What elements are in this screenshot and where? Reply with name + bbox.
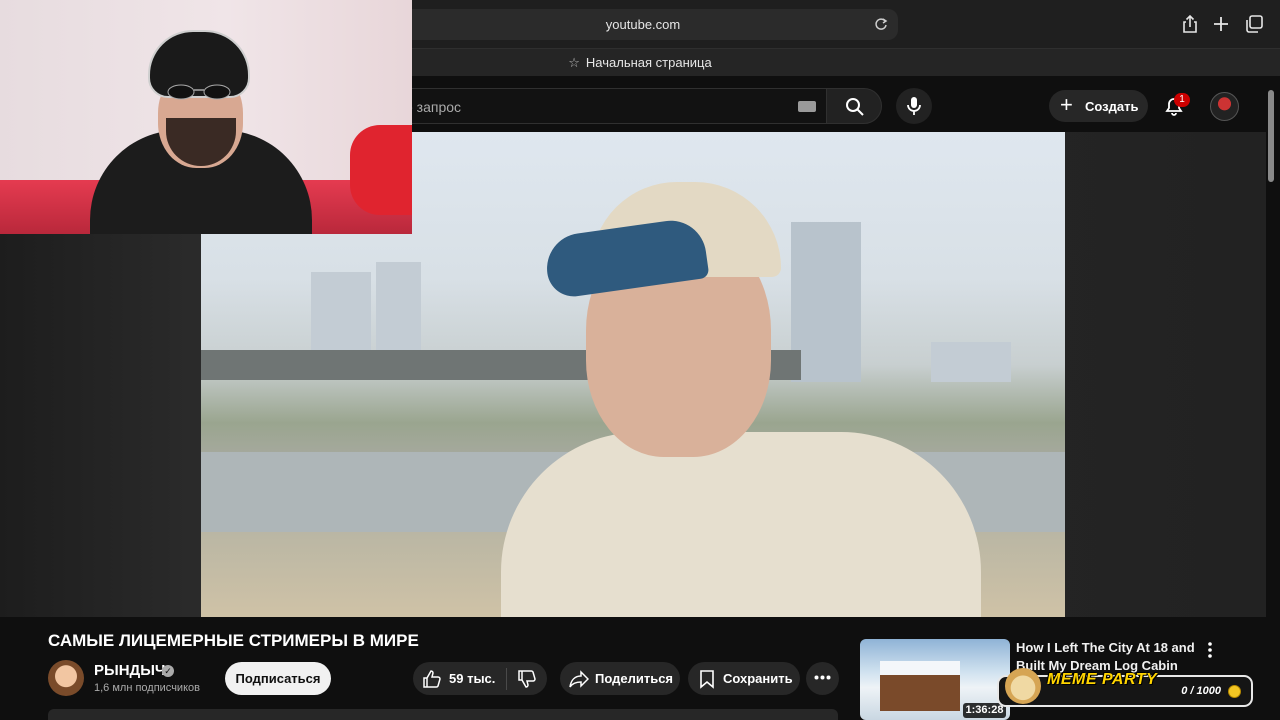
meme-party-count: 0 / 1000 xyxy=(1181,685,1221,697)
star-icon: ☆ xyxy=(568,55,580,70)
share-button[interactable]: Поделиться xyxy=(560,662,680,695)
sunglasses xyxy=(167,84,231,100)
search-placeholder: е запрос xyxy=(405,99,462,115)
mic-icon xyxy=(907,97,921,115)
save-label: Сохранить xyxy=(723,671,793,686)
address-bar[interactable]: youtube.com xyxy=(388,9,898,40)
like-count[interactable]: 59 тыс. xyxy=(449,671,495,686)
meme-party-title: MEME PARTY xyxy=(1047,671,1158,688)
plush-toy xyxy=(350,125,412,215)
voice-search-button[interactable] xyxy=(896,88,932,124)
reload-icon[interactable] xyxy=(874,17,888,31)
create-button[interactable]: + Создать xyxy=(1049,90,1148,122)
share-icon[interactable] xyxy=(1180,14,1200,34)
thumbs-down-icon[interactable] xyxy=(517,669,537,689)
search-button[interactable] xyxy=(826,88,882,124)
address-url[interactable]: youtube.com xyxy=(388,17,898,32)
more-icon xyxy=(814,675,831,680)
save-button[interactable]: Сохранить xyxy=(688,662,800,695)
plus-icon: + xyxy=(1060,92,1073,117)
channel-avatar[interactable] xyxy=(48,660,84,696)
doge-icon xyxy=(1005,668,1041,704)
like-dislike-group: 59 тыс. xyxy=(413,662,547,695)
video-title: САМЫЕ ЛИЦЕМЕРНЫЕ СТРИМЕРЫ В МИРЕ xyxy=(48,631,419,650)
verified-icon: ✓ xyxy=(162,665,174,677)
video-duration: 1:36:28 xyxy=(963,703,1006,718)
share-label: Поделиться xyxy=(595,671,674,686)
streamer-webcam xyxy=(0,0,412,234)
description-box[interactable] xyxy=(48,709,838,720)
subscribe-button[interactable]: Подписаться xyxy=(225,662,331,695)
subscriber-count: 1,6 млн подписчиков xyxy=(94,682,200,694)
like-divider xyxy=(506,668,507,690)
channel-name[interactable]: РЫНДЫЧ xyxy=(94,662,165,679)
log-cabin xyxy=(880,661,960,711)
recommended-title[interactable]: How I Left The City At 18 and Built My D… xyxy=(1016,639,1196,675)
page-scrollbar[interactable] xyxy=(1268,90,1274,182)
account-avatar[interactable] xyxy=(1210,92,1239,121)
more-actions-button[interactable] xyxy=(806,662,839,695)
tab-home-label: Начальная страница xyxy=(585,55,712,70)
plus-icon[interactable] xyxy=(1211,14,1231,34)
coin-icon xyxy=(1228,685,1241,698)
share-arrow-icon xyxy=(569,670,589,688)
keyboard-icon[interactable] xyxy=(798,101,816,112)
person-shirt xyxy=(501,432,981,617)
notification-badge: 1 xyxy=(1174,93,1190,107)
create-label: Создать xyxy=(1085,99,1139,114)
kebab-menu-icon[interactable] xyxy=(1203,641,1217,659)
tabs-icon[interactable] xyxy=(1244,14,1264,34)
bookmark-icon xyxy=(700,670,714,689)
thumbs-up-icon[interactable] xyxy=(422,669,442,689)
search-icon xyxy=(846,98,864,116)
